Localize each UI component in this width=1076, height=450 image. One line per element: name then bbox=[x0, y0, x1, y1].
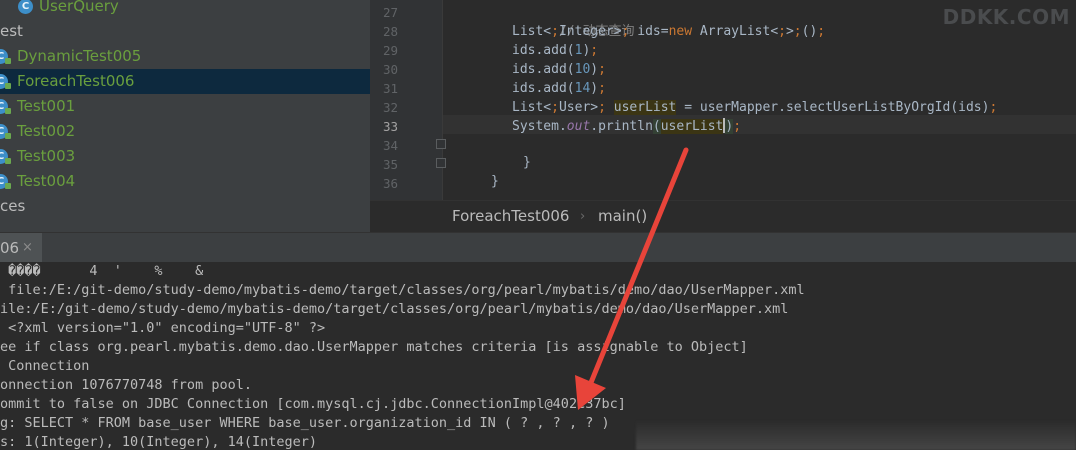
test-run-indicator-icon bbox=[5, 58, 11, 64]
breadcrumb-item-class[interactable]: ForeachTest006 bbox=[452, 201, 569, 232]
test-run-indicator-icon bbox=[5, 158, 11, 164]
breadcrumb-separator: › bbox=[580, 209, 586, 224]
tree-item-label: Test002 bbox=[17, 122, 76, 140]
watermark-text: DDKK.COM bbox=[942, 5, 1070, 29]
code-line[interactable]: } bbox=[444, 153, 499, 189]
code-line[interactable]: ids.add(1); bbox=[512, 41, 598, 60]
semicolon: ; bbox=[793, 24, 802, 39]
test-run-indicator-icon bbox=[5, 183, 11, 189]
tree-item-label: DynamicTest005 bbox=[17, 47, 142, 65]
number-literal: 10 bbox=[574, 62, 591, 77]
closing-brace: } bbox=[490, 174, 499, 189]
line-number[interactable]: 27 bbox=[370, 3, 398, 22]
line-number[interactable]: 31 bbox=[370, 79, 398, 98]
semicolon: ; bbox=[621, 24, 630, 39]
semicolon: ; bbox=[733, 119, 742, 134]
tree-item[interactable]: C Test001 bbox=[0, 94, 370, 119]
console-line[interactable]: s: 1(Integer), 10(Integer), 14(Integer) bbox=[0, 433, 317, 450]
console-line[interactable]: ee if class org.pearl.mybatis.demo.dao.U… bbox=[0, 338, 748, 357]
semicolon: ; bbox=[590, 43, 599, 58]
gutter-separator bbox=[442, 0, 443, 200]
ide-window: C UserQuery est C DynamicTest005 C ForeachTest… bbox=[0, 0, 1076, 450]
semicolon: ; bbox=[551, 24, 559, 39]
blurred-overlay bbox=[636, 420, 1076, 450]
semicolon: ; bbox=[551, 100, 559, 115]
tree-item-label: Test003 bbox=[17, 147, 76, 165]
breadcrumb: ForeachTest006 › main() bbox=[370, 200, 1076, 233]
test-run-indicator-icon bbox=[5, 83, 11, 89]
console-line[interactable]: onnection 1076770748 from pool. bbox=[0, 376, 252, 395]
semicolon: ; bbox=[598, 62, 606, 77]
tree-item-label: ForeachTest006 bbox=[17, 72, 135, 90]
semicolon: ; bbox=[989, 100, 998, 115]
code-line[interactable]: } bbox=[476, 134, 531, 170]
line-number[interactable]: 32 bbox=[370, 98, 398, 117]
number-literal: 14 bbox=[574, 81, 591, 96]
line-number[interactable]: 28 bbox=[370, 22, 398, 41]
class-icon: C bbox=[18, 0, 33, 14]
tree-item[interactable]: est bbox=[0, 19, 370, 44]
paren-match: ( bbox=[652, 119, 661, 134]
semicolon: ; bbox=[598, 81, 606, 96]
paren-match: ) bbox=[725, 119, 734, 134]
run-tab-label: 06 bbox=[0, 239, 20, 257]
console-line[interactable]: file:/E:/git-demo/study-demo/mybatis-dem… bbox=[0, 281, 805, 300]
tree-item-label: ces bbox=[0, 197, 26, 215]
code-line[interactable]: List<;User>; userList = userMapper.selec… bbox=[512, 98, 997, 117]
console-line[interactable]: ommit to false on JDBC Connection [com.m… bbox=[0, 395, 626, 414]
tree-item-label: est bbox=[0, 22, 23, 40]
tree-item-label: UserQuery bbox=[39, 0, 119, 15]
console-line[interactable]: Connection bbox=[0, 357, 89, 376]
test-run-indicator-icon bbox=[5, 108, 11, 114]
run-tab[interactable]: 06 × bbox=[0, 233, 42, 263]
tree-item[interactable]: ces bbox=[0, 194, 370, 219]
tree-item[interactable]: C Test002 bbox=[0, 119, 370, 144]
code-line[interactable]: ids.add(14); bbox=[512, 79, 606, 98]
code-editor[interactable]: 27 28 29 30 31 32 33 34 35 36 // 动态查询 List<;Integ… bbox=[370, 0, 1076, 200]
tree-item[interactable]: C ForeachTest006 bbox=[0, 69, 370, 94]
line-number[interactable]: 36 bbox=[370, 174, 398, 193]
tree-item[interactable]: C Test004 bbox=[0, 169, 370, 194]
line-number[interactable]: 33 bbox=[370, 117, 398, 136]
line-number[interactable]: 29 bbox=[370, 41, 398, 60]
line-number[interactable]: 35 bbox=[370, 155, 398, 174]
line-number[interactable]: 34 bbox=[370, 136, 398, 155]
closing-brace: } bbox=[522, 155, 531, 170]
project-tree: C UserQuery est C DynamicTest005 C ForeachTest… bbox=[0, 0, 370, 232]
code-line[interactable]: // 动态查询 bbox=[512, 3, 634, 39]
test-run-indicator-icon bbox=[5, 133, 11, 139]
fold-marker-icon[interactable] bbox=[436, 139, 446, 149]
static-field: out bbox=[566, 119, 591, 134]
semicolon: ; bbox=[817, 24, 826, 39]
console-line[interactable]: ���� 4 ' % & bbox=[0, 262, 203, 281]
line-number[interactable]: 30 bbox=[370, 60, 398, 79]
variable-reference: userList bbox=[613, 100, 677, 115]
breadcrumb-item-method[interactable]: main() bbox=[598, 201, 647, 232]
number-literal: 1 bbox=[574, 43, 583, 58]
console-line[interactable]: g: SELECT * FROM base_user WHERE base_us… bbox=[0, 414, 610, 433]
keyword: new bbox=[668, 24, 693, 39]
tree-item-label: Test001 bbox=[17, 97, 76, 115]
semicolon: ; bbox=[598, 100, 606, 115]
variable-reference: userList bbox=[660, 119, 724, 134]
code-line[interactable]: List<;Integer>; ids=new ArrayList<;>;(); bbox=[512, 22, 825, 41]
run-tool-window-header: 06 × bbox=[0, 232, 1076, 263]
tree-item[interactable]: C Test003 bbox=[0, 144, 370, 169]
tree-item[interactable]: C UserQuery bbox=[0, 0, 370, 19]
code-line-current[interactable]: System.out.println(userList); bbox=[512, 117, 741, 136]
tree-item-label: Test004 bbox=[17, 172, 76, 190]
tree-item[interactable]: C DynamicTest005 bbox=[0, 44, 370, 69]
console-line[interactable]: ile:/E:/git-demo/study-demo/mybatis-demo… bbox=[0, 300, 788, 319]
console-line[interactable]: <?xml version="1.0" encoding="UTF-8" ?> bbox=[0, 319, 325, 338]
code-line[interactable]: ids.add(10); bbox=[512, 60, 606, 79]
close-icon[interactable]: × bbox=[22, 233, 33, 263]
semicolon: ; bbox=[778, 24, 786, 39]
